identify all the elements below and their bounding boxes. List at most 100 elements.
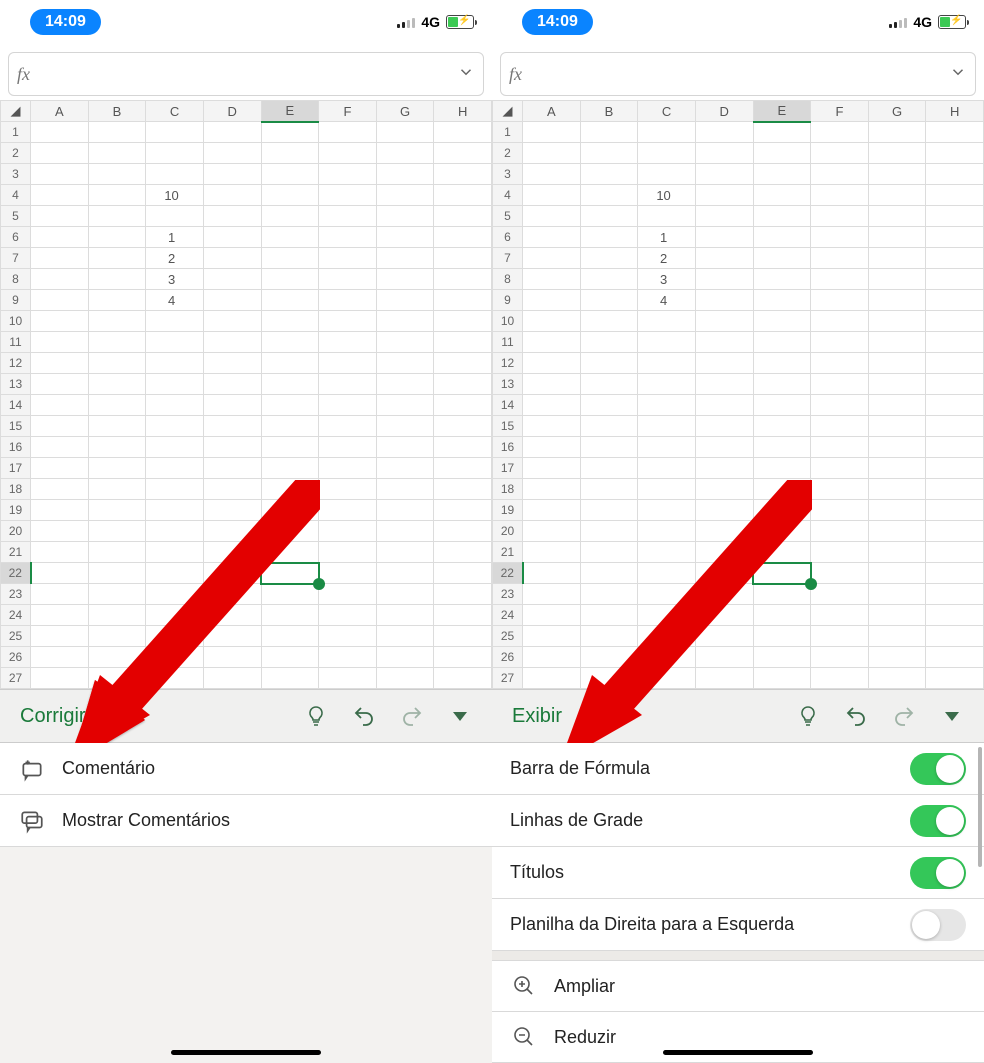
cell-A22[interactable] xyxy=(31,563,89,584)
row-header-11[interactable]: 11 xyxy=(493,332,523,353)
cell-A1[interactable] xyxy=(523,122,581,143)
cell-A16[interactable] xyxy=(523,437,581,458)
cell-C22[interactable] xyxy=(146,563,204,584)
cell-F11[interactable] xyxy=(811,332,869,353)
cell-B5[interactable] xyxy=(88,206,146,227)
cell-A2[interactable] xyxy=(31,143,89,164)
cell-E17[interactable] xyxy=(753,458,811,479)
cell-B12[interactable] xyxy=(88,353,146,374)
cell-B18[interactable] xyxy=(580,479,638,500)
cell-H1[interactable] xyxy=(926,122,984,143)
cell-B16[interactable] xyxy=(88,437,146,458)
cell-G15[interactable] xyxy=(868,416,926,437)
cell-A14[interactable] xyxy=(523,395,581,416)
cell-A19[interactable] xyxy=(31,500,89,521)
cell-A11[interactable] xyxy=(31,332,89,353)
row-header-21[interactable]: 21 xyxy=(1,542,31,563)
cell-F17[interactable] xyxy=(811,458,869,479)
cell-G20[interactable] xyxy=(376,521,434,542)
cell-F15[interactable] xyxy=(319,416,377,437)
col-header-G[interactable]: G xyxy=(868,101,926,122)
cell-D11[interactable] xyxy=(695,332,753,353)
cell-C7[interactable]: 2 xyxy=(146,248,204,269)
cell-D10[interactable] xyxy=(695,311,753,332)
cell-C21[interactable] xyxy=(146,542,204,563)
col-header-F[interactable]: F xyxy=(319,101,377,122)
cell-F4[interactable] xyxy=(811,185,869,206)
cell-C19[interactable] xyxy=(638,500,696,521)
cell-A10[interactable] xyxy=(523,311,581,332)
cell-E1[interactable] xyxy=(261,122,319,143)
cell-C27[interactable] xyxy=(638,668,696,689)
cell-D27[interactable] xyxy=(695,668,753,689)
cell-D1[interactable] xyxy=(695,122,753,143)
cell-F18[interactable] xyxy=(319,479,377,500)
cell-G11[interactable] xyxy=(376,332,434,353)
cell-A3[interactable] xyxy=(523,164,581,185)
cell-H10[interactable] xyxy=(926,311,984,332)
cell-H25[interactable] xyxy=(926,626,984,647)
col-header-E[interactable]: E xyxy=(261,101,319,122)
row-header-11[interactable]: 11 xyxy=(1,332,31,353)
cell-D16[interactable] xyxy=(695,437,753,458)
cell-E13[interactable] xyxy=(261,374,319,395)
cell-H18[interactable] xyxy=(434,479,492,500)
formula-input[interactable] xyxy=(530,66,949,83)
cell-D20[interactable] xyxy=(203,521,261,542)
cell-E16[interactable] xyxy=(753,437,811,458)
cell-G2[interactable] xyxy=(868,143,926,164)
cell-C26[interactable] xyxy=(146,647,204,668)
cell-B5[interactable] xyxy=(580,206,638,227)
row-header-27[interactable]: 27 xyxy=(1,668,31,689)
cell-G6[interactable] xyxy=(868,227,926,248)
cell-A4[interactable] xyxy=(31,185,89,206)
cell-C11[interactable] xyxy=(146,332,204,353)
cell-B20[interactable] xyxy=(580,521,638,542)
cell-G6[interactable] xyxy=(376,227,434,248)
cell-D17[interactable] xyxy=(203,458,261,479)
cell-D18[interactable] xyxy=(203,479,261,500)
cell-D14[interactable] xyxy=(695,395,753,416)
cell-C14[interactable] xyxy=(638,395,696,416)
cell-H16[interactable] xyxy=(926,437,984,458)
cell-B14[interactable] xyxy=(88,395,146,416)
cell-D13[interactable] xyxy=(203,374,261,395)
cell-B24[interactable] xyxy=(88,605,146,626)
cell-E7[interactable] xyxy=(261,248,319,269)
cell-D3[interactable] xyxy=(203,164,261,185)
cell-A11[interactable] xyxy=(523,332,581,353)
cell-H26[interactable] xyxy=(434,647,492,668)
cell-B19[interactable] xyxy=(580,500,638,521)
row-header-16[interactable]: 16 xyxy=(1,437,31,458)
cell-F13[interactable] xyxy=(811,374,869,395)
undo-icon[interactable] xyxy=(834,694,878,738)
row-header-23[interactable]: 23 xyxy=(1,584,31,605)
cell-F27[interactable] xyxy=(811,668,869,689)
col-header-G[interactable]: G xyxy=(376,101,434,122)
col-header-D[interactable]: D xyxy=(203,101,261,122)
row-header-14[interactable]: 14 xyxy=(1,395,31,416)
cell-E22[interactable] xyxy=(261,563,319,584)
cell-G21[interactable] xyxy=(376,542,434,563)
cell-H12[interactable] xyxy=(434,353,492,374)
cell-F16[interactable] xyxy=(811,437,869,458)
cell-E3[interactable] xyxy=(753,164,811,185)
row-header-12[interactable]: 12 xyxy=(1,353,31,374)
row-header-7[interactable]: 7 xyxy=(1,248,31,269)
cell-A20[interactable] xyxy=(523,521,581,542)
cell-G17[interactable] xyxy=(376,458,434,479)
cell-A25[interactable] xyxy=(31,626,89,647)
cell-E18[interactable] xyxy=(753,479,811,500)
cell-C15[interactable] xyxy=(146,416,204,437)
cell-A14[interactable] xyxy=(31,395,89,416)
cell-C6[interactable]: 1 xyxy=(638,227,696,248)
cell-D3[interactable] xyxy=(695,164,753,185)
cell-B21[interactable] xyxy=(580,542,638,563)
cell-B10[interactable] xyxy=(580,311,638,332)
cell-B17[interactable] xyxy=(580,458,638,479)
chevron-down-icon[interactable] xyxy=(949,63,967,86)
formula-input[interactable] xyxy=(38,66,457,83)
cell-F12[interactable] xyxy=(319,353,377,374)
cell-C23[interactable] xyxy=(146,584,204,605)
cell-H3[interactable] xyxy=(926,164,984,185)
